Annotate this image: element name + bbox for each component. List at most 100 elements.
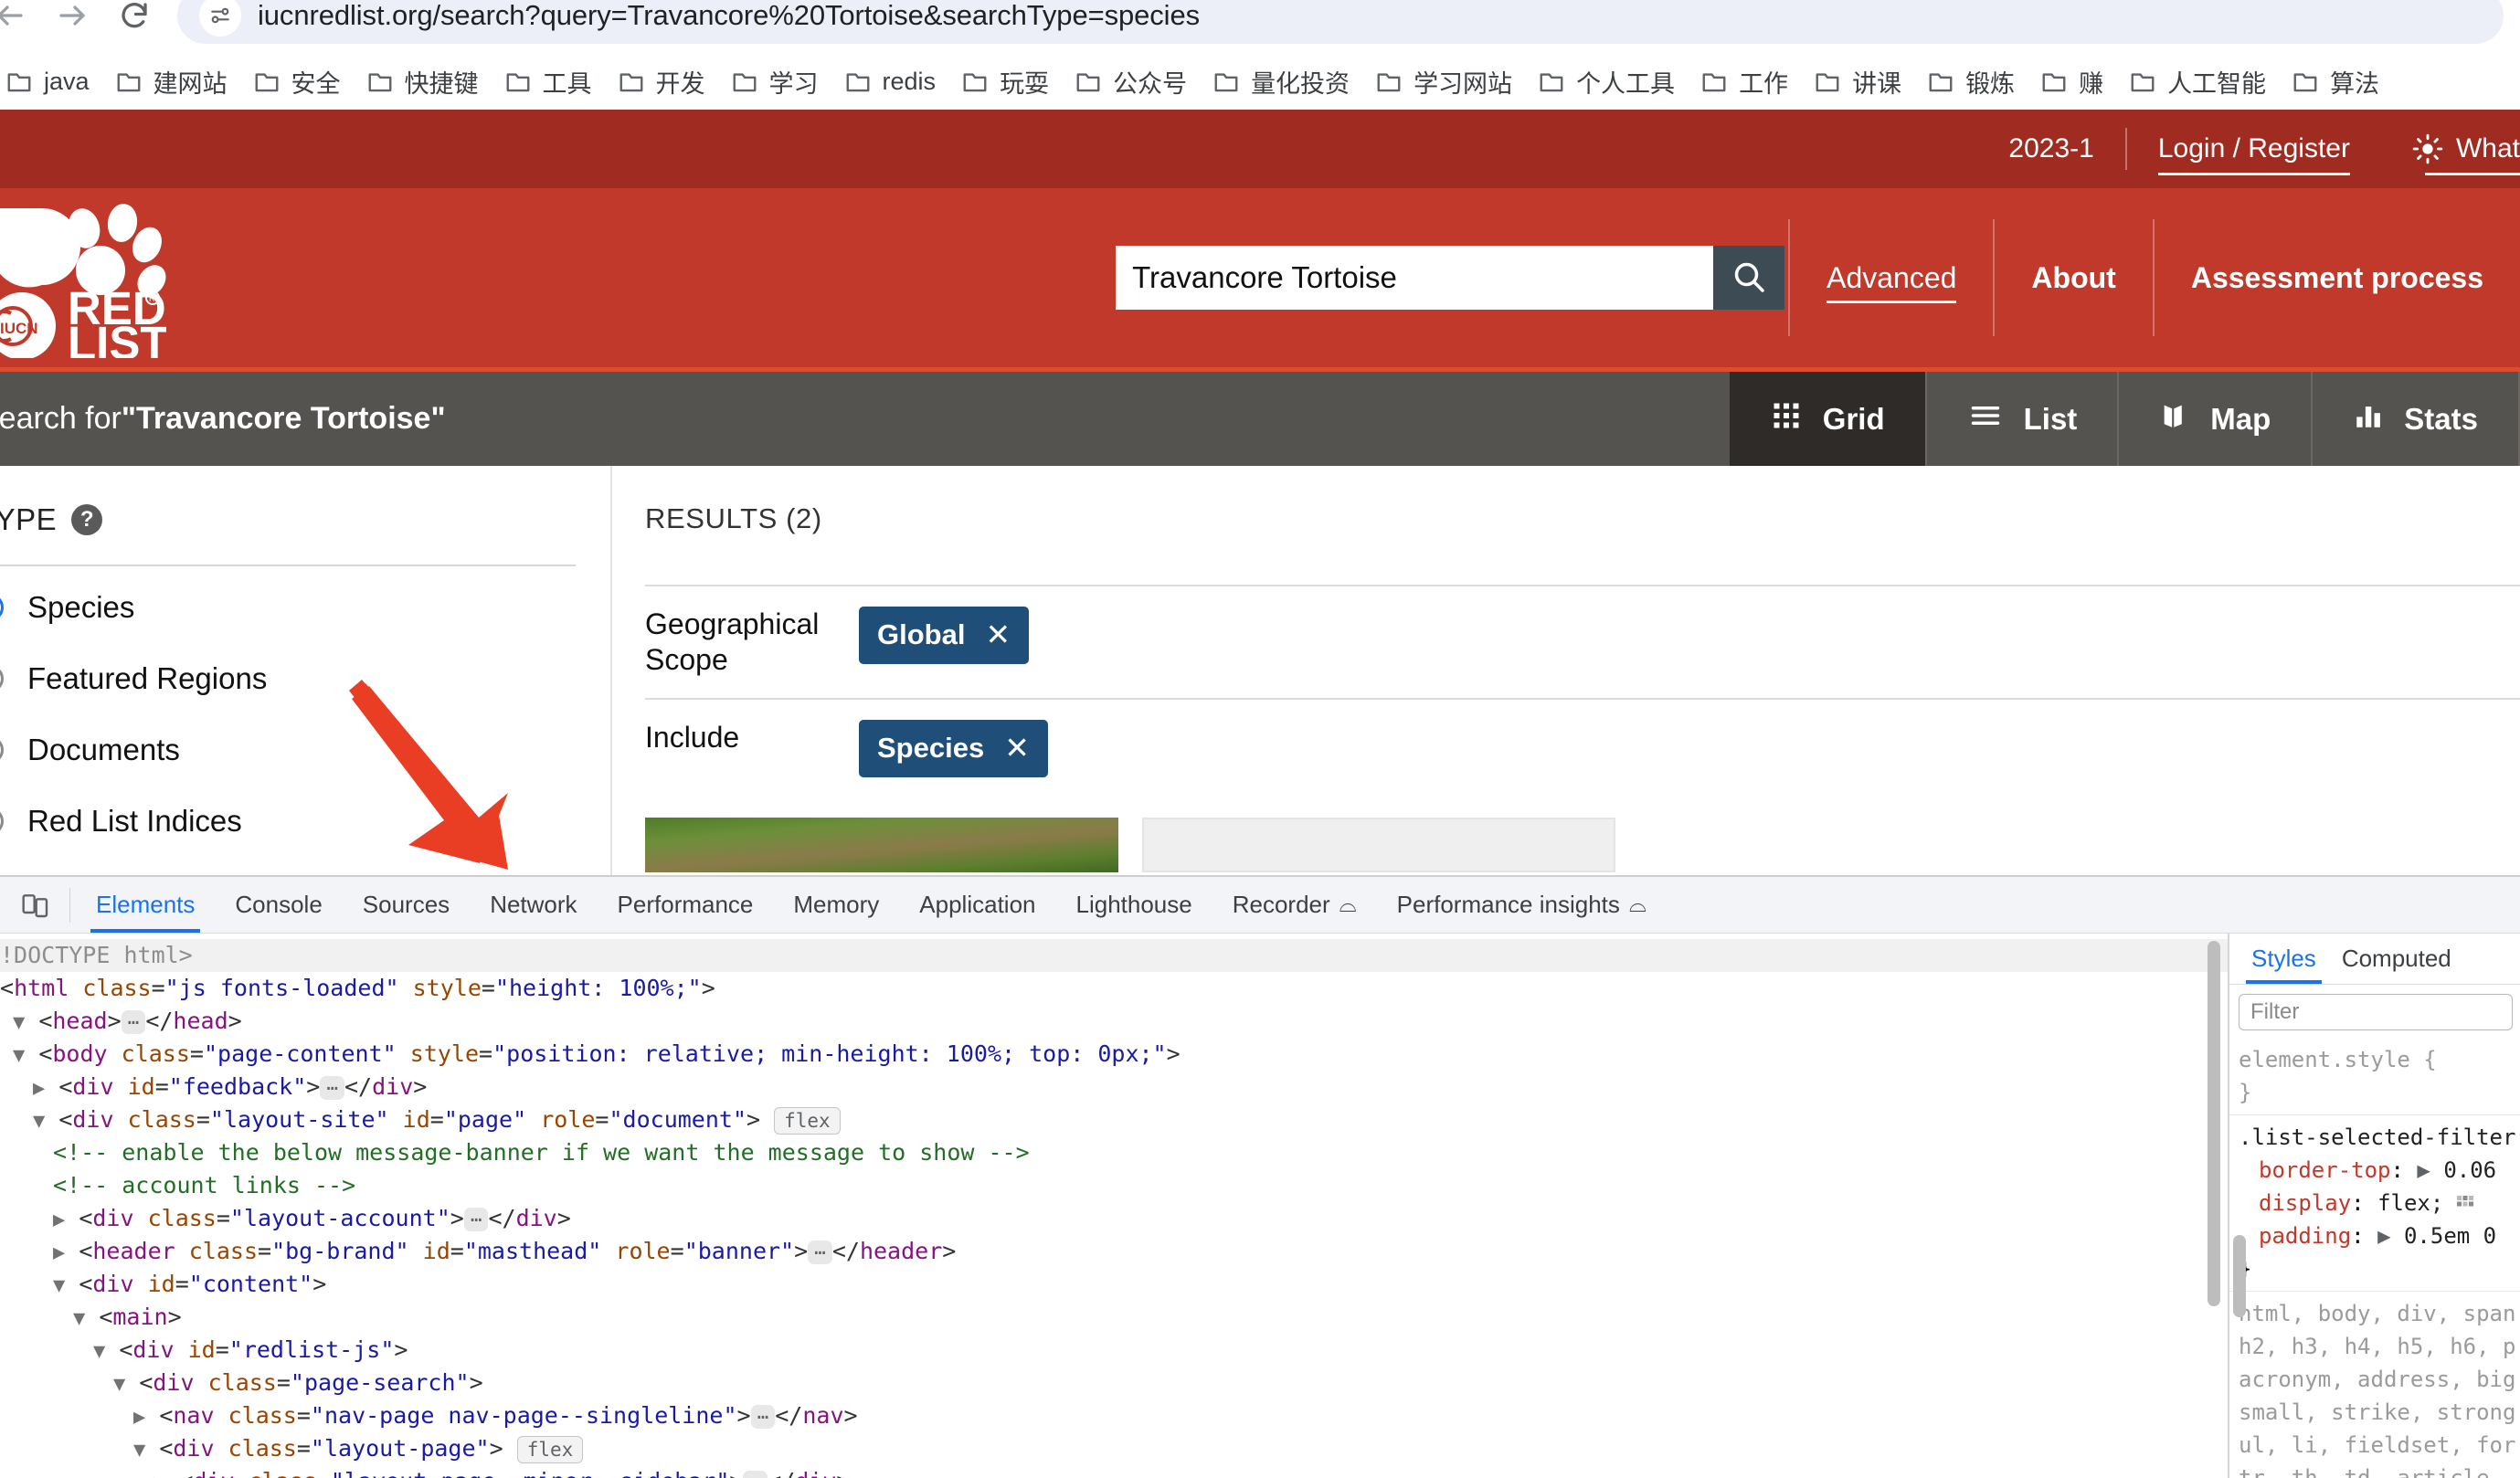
dom-line[interactable]: ▼ <div id="redlist-js"> [0, 1334, 2228, 1367]
devtools-tab-performance-insights[interactable]: Performance insights ⌓ [1377, 878, 1667, 933]
collapse-triangle-icon[interactable]: ▼ [53, 1274, 65, 1297]
expand-triangle-icon[interactable]: ▶ [154, 1472, 165, 1478]
expand-shorthand-icon[interactable]: ▶ [2377, 1223, 2390, 1249]
css-value[interactable]: 0.06 [2443, 1157, 2496, 1183]
element-style-rule[interactable]: element.style { } [2229, 1038, 2520, 1115]
iucn-redlist-logo[interactable]: IUCN RED LIST R [0, 188, 1110, 367]
expand-triangle-icon[interactable]: ▶ [133, 1406, 145, 1429]
dom-line[interactable]: ▼ <head> ⋯ </head> [0, 1005, 2228, 1038]
devtools-tab-performance[interactable]: Performance [598, 878, 774, 933]
collapse-triangle-icon[interactable]: ▼ [33, 1110, 45, 1133]
expand-triangle-icon[interactable]: ▶ [33, 1077, 45, 1100]
nav-link-advanced[interactable]: Advanced [1790, 188, 1993, 367]
devtools-tab-application[interactable]: Application [899, 878, 1055, 933]
nav-link-about[interactable]: About [1995, 188, 2152, 367]
collapse-triangle-icon[interactable]: ▼ [113, 1373, 125, 1396]
search-input[interactable] [1116, 246, 1714, 310]
expand-shorthand-icon[interactable]: ▶ [2417, 1157, 2430, 1183]
bookmark-item-10[interactable]: 量化投资 [1200, 58, 1362, 105]
whats-new-link[interactable]: What [2381, 133, 2520, 175]
result-card-image-2[interactable] [1142, 818, 1615, 873]
flex-badge[interactable]: flex [774, 1107, 841, 1135]
expand-ellipsis[interactable]: ⋯ [743, 1471, 768, 1478]
dom-line[interactable]: ▼ <div id="content"> [0, 1268, 2228, 1301]
search-box[interactable] [1112, 242, 1789, 313]
bookmark-item-4[interactable]: 工具 [492, 58, 605, 105]
expand-ellipsis[interactable]: ⋯ [808, 1240, 832, 1264]
flex-badge[interactable]: flex [516, 1436, 584, 1463]
back-button[interactable] [0, 0, 37, 42]
filter-chip[interactable]: Global ✕ [859, 607, 1030, 664]
tab-grid[interactable]: Grid [1729, 372, 1927, 466]
expand-ellipsis[interactable]: ⋯ [750, 1405, 776, 1429]
reload-button[interactable] [108, 0, 161, 42]
radio-button[interactable] [0, 594, 4, 621]
css-value[interactable]: flex; [2377, 1190, 2443, 1216]
styles-filter-input[interactable]: Filter [2239, 994, 2513, 1030]
bookmark-item-14[interactable]: 讲课 [1801, 58, 1914, 105]
radio-button[interactable] [0, 736, 4, 764]
style-rule-1[interactable]: html, body, div, span h2, h3, h4, h5, h6,… [2229, 1292, 2520, 1478]
bookmark-item-5[interactable]: 开发 [605, 58, 718, 105]
bookmark-item-15[interactable]: 锻炼 [1914, 58, 2028, 105]
tab-list[interactable]: List [1927, 372, 2120, 466]
bookmark-item-7[interactable]: redis [831, 58, 949, 105]
dom-line[interactable]: ▶ <div class="layout-account"> ⋯ </div> [0, 1202, 2228, 1235]
dom-line[interactable]: ▼ <div class="layout-site" id="page" rol… [0, 1103, 2228, 1136]
devtools-tab-console[interactable]: Console [215, 878, 342, 933]
radio-button[interactable] [0, 808, 4, 835]
forward-button[interactable] [46, 0, 99, 42]
result-card-image-1[interactable] [645, 818, 1118, 873]
dom-line[interactable]: ▼ <main> [0, 1301, 2228, 1334]
css-declaration[interactable]: padding: ▶ 0.5em 0 [2239, 1219, 2520, 1252]
dom-tree-pane[interactable]: !DOCTYPE html> <html class="js fonts-load… [0, 934, 2228, 1478]
bookmark-item-9[interactable]: 公众号 [1062, 58, 1200, 105]
login-register-link[interactable]: Login / Register [2127, 133, 2381, 175]
expand-ellipsis[interactable]: ⋯ [463, 1208, 489, 1231]
dom-line[interactable]: <!-- account links --> [0, 1169, 2228, 1202]
bookmark-item-6[interactable]: 学习 [718, 58, 831, 105]
flex-editor-icon[interactable] [2456, 1188, 2473, 1207]
dom-line[interactable]: ▶ <header class="bg-brand" id="masthead"… [0, 1235, 2228, 1268]
bookmark-item-8[interactable]: 玩耍 [948, 58, 1062, 105]
bookmark-item-13[interactable]: 工作 [1688, 58, 1801, 105]
dom-line[interactable]: ▼ <body class="page-content" style="posi… [0, 1038, 2228, 1071]
styles-scrollbar[interactable] [2233, 1235, 2246, 1317]
bookmark-item-3[interactable]: 快捷键 [354, 58, 492, 105]
css-value[interactable]: 0.5em 0 [2404, 1223, 2496, 1249]
collapse-triangle-icon[interactable]: ▼ [133, 1439, 145, 1462]
tab-computed[interactable]: Computed [2329, 934, 2464, 984]
question-mark-icon[interactable]: ? [71, 504, 103, 535]
type-option-species[interactable]: Species [0, 577, 610, 638]
dom-tree-code[interactable]: !DOCTYPE html> <html class="js fonts-load… [0, 934, 2228, 1478]
dom-scrollbar[interactable] [2208, 941, 2220, 1306]
css-declaration[interactable]: display: flex; [2239, 1187, 2520, 1219]
css-declaration[interactable]: border-top: ▶ 0.06 [2239, 1154, 2520, 1187]
bookmark-item-17[interactable]: 人工智能 [2116, 58, 2279, 105]
expand-ellipsis[interactable]: ⋯ [320, 1076, 344, 1100]
dom-line[interactable]: ▶ <div id="feedback"> ⋯ </div> [0, 1071, 2228, 1103]
devtools-tab-sources[interactable]: Sources [343, 878, 470, 933]
type-option-documents[interactable]: Documents [0, 720, 610, 780]
bookmark-item-1[interactable]: 建网站 [102, 58, 240, 105]
collapse-triangle-icon[interactable]: ▼ [13, 1044, 25, 1067]
bookmark-item-18[interactable]: 算法 [2279, 58, 2392, 105]
nav-link-assessment-process[interactable]: Assessment process [2155, 188, 2520, 367]
devtools-tab-recorder[interactable]: Recorder ⌓ [1212, 878, 1377, 933]
site-settings-icon[interactable] [199, 0, 241, 37]
dom-line[interactable]: ▼ <div class="layout-page"> flex [0, 1432, 2228, 1465]
dom-line[interactable]: ▶ <div class="layout-page__minor -sideba… [0, 1465, 2228, 1478]
type-option-featured-regions[interactable]: Featured Regions [0, 649, 610, 709]
style-rule-0[interactable]: .list-selected-filter border-top: ▶ 0.06 d… [2229, 1115, 2520, 1291]
bookmark-item-16[interactable]: 赚 [2028, 58, 2116, 105]
dom-line[interactable]: ▼ <div class="page-search"> [0, 1367, 2228, 1399]
radio-button[interactable] [0, 665, 4, 692]
inspect-device-icon[interactable] [7, 881, 64, 930]
tab-stats[interactable]: Stats [2313, 372, 2520, 466]
devtools-tab-network[interactable]: Network [470, 878, 597, 933]
dom-line[interactable]: <html class="js fonts-loaded" style="hei… [0, 972, 2228, 1005]
bookmark-item-12[interactable]: 个人工具 [1525, 58, 1688, 105]
collapse-triangle-icon[interactable]: ▼ [73, 1307, 85, 1330]
close-x-icon[interactable]: ✕ [985, 617, 1011, 652]
expand-triangle-icon[interactable]: ▶ [53, 1209, 65, 1231]
